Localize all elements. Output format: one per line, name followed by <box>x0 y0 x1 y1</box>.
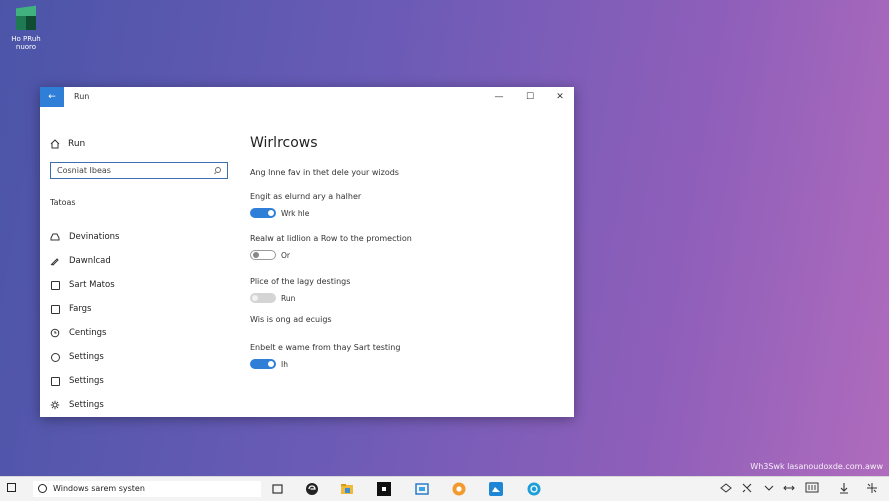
chevron-icon[interactable] <box>763 482 775 494</box>
sidebar-item-sart-matos[interactable]: Sart Matos <box>50 280 115 290</box>
chrome-icon[interactable] <box>452 482 466 496</box>
setting-toggle-row[interactable]: Or <box>250 250 290 260</box>
sidebar-item-dawnlcad[interactable]: Dawnlcad <box>50 256 111 266</box>
back-button[interactable]: ← <box>40 87 64 107</box>
setting-label: Realw at lidlion a Row to the promection <box>250 234 412 243</box>
file-explorer-icon[interactable] <box>340 482 354 496</box>
sidebar-item-devinations[interactable]: Devinations <box>50 232 119 242</box>
sidebar-item-label: Settings <box>69 376 104 386</box>
gear-icon <box>50 400 60 410</box>
watermark-text: Wh3Swk lasanoudoxde.com.aww <box>750 462 883 471</box>
search-value: Cosniat Ibeas <box>57 166 111 175</box>
store-icon[interactable] <box>415 482 429 496</box>
window-titlebar[interactable]: ← Run — ☐ ✕ <box>40 87 574 107</box>
setting-label: Plice of the lagy destings <box>250 277 351 286</box>
sync-icon[interactable] <box>741 482 753 494</box>
run-settings-window: ← Run — ☐ ✕ Run Cosniat Ibeas Tatoas Dev… <box>40 87 574 417</box>
sidebar-item-label: Devinations <box>69 232 120 242</box>
sidebar-item-label: Dawnlcad <box>69 256 111 266</box>
taskbar-search[interactable]: Windows sarem systen <box>33 481 261 497</box>
desktop-icon-label: Ho PRuh nuoro <box>11 35 41 51</box>
settings-content: Wirlrcows Ang lnne fav in thet dele your… <box>250 107 570 417</box>
arrows-icon[interactable] <box>783 482 795 494</box>
minimize-button[interactable]: — <box>484 89 514 105</box>
square-icon <box>50 376 60 386</box>
search-circle-icon <box>38 484 47 493</box>
toggle-state-text: Ih <box>281 359 288 369</box>
search-icon <box>214 167 221 175</box>
page-description: Ang lnne fav in thet dele your wizods <box>250 168 399 177</box>
sidebar-item-label: Settings <box>69 400 104 410</box>
settings-sidebar: Run Cosniat Ibeas Tatoas Devinations Daw… <box>40 107 240 417</box>
setting-label: Engit as elurnd ary a halher <box>250 192 362 201</box>
setting-toggle-row[interactable]: Wrk hle <box>250 208 309 218</box>
sidebar-item-settings-2[interactable]: Settings <box>50 376 104 386</box>
toggle-state-text: Or <box>281 250 290 260</box>
edge-icon[interactable] <box>305 482 319 496</box>
page-title: Wirlrcows <box>250 135 318 151</box>
terminal-icon[interactable] <box>377 482 391 496</box>
display-icon[interactable] <box>805 482 819 494</box>
sidebar-section-heading: Tatoas <box>50 198 76 207</box>
toggle-switch-on[interactable] <box>250 359 276 369</box>
download-icon[interactable] <box>838 482 850 494</box>
sidebar-item-centings[interactable]: Centings <box>50 328 106 338</box>
cube-app-icon <box>13 5 39 32</box>
taskbar: Windows sarem systen <box>0 476 889 501</box>
sidebar-item-fargs[interactable]: Fargs <box>50 304 92 314</box>
photos-icon[interactable] <box>489 482 503 496</box>
toggle-state-text: Wrk hle <box>281 208 310 218</box>
sidebar-item-label: Sart Matos <box>69 280 115 290</box>
sidebar-home[interactable]: Run <box>50 139 85 149</box>
toggle-state-text: Run <box>281 293 296 303</box>
browser-icon[interactable] <box>527 482 541 496</box>
expand-icon[interactable] <box>866 482 878 494</box>
square-icon <box>50 304 60 314</box>
home-icon <box>50 139 60 149</box>
hdd-icon <box>50 233 60 241</box>
sidebar-item-label: Settings <box>69 352 104 362</box>
desktop-app-shortcut[interactable]: Ho PRuh nuoro <box>6 5 46 51</box>
sidebar-item-label: Centings <box>69 328 107 338</box>
window-title: Run <box>74 92 90 101</box>
maximize-button[interactable]: ☐ <box>515 89 545 105</box>
sidebar-home-label: Run <box>68 139 86 149</box>
settings-search-input[interactable]: Cosniat Ibeas <box>50 162 228 179</box>
setting-label: Wis is ong ad ecuigs <box>250 315 332 324</box>
task-view-icon[interactable] <box>271 482 285 496</box>
taskbar-search-text: Windows sarem systen <box>53 484 145 493</box>
toggle-switch-disabled <box>250 293 276 303</box>
sidebar-item-label: Fargs <box>69 304 92 314</box>
pen-icon <box>50 258 59 266</box>
clock-icon <box>50 328 60 338</box>
toggle-switch-off[interactable] <box>250 250 276 260</box>
sidebar-item-settings-1[interactable]: Settings <box>50 352 104 362</box>
network-icon[interactable] <box>720 482 732 494</box>
close-button[interactable]: ✕ <box>545 89 575 105</box>
setting-toggle-row[interactable]: Ih <box>250 359 288 369</box>
sidebar-item-settings-3[interactable]: Settings <box>50 400 104 410</box>
start-button[interactable] <box>7 483 16 492</box>
circle-icon <box>50 352 60 362</box>
setting-toggle-row: Run <box>250 293 295 303</box>
setting-label: Enbelt e wame from thay Sart testing <box>250 343 401 352</box>
square-icon <box>50 280 60 290</box>
toggle-switch-on[interactable] <box>250 208 276 218</box>
